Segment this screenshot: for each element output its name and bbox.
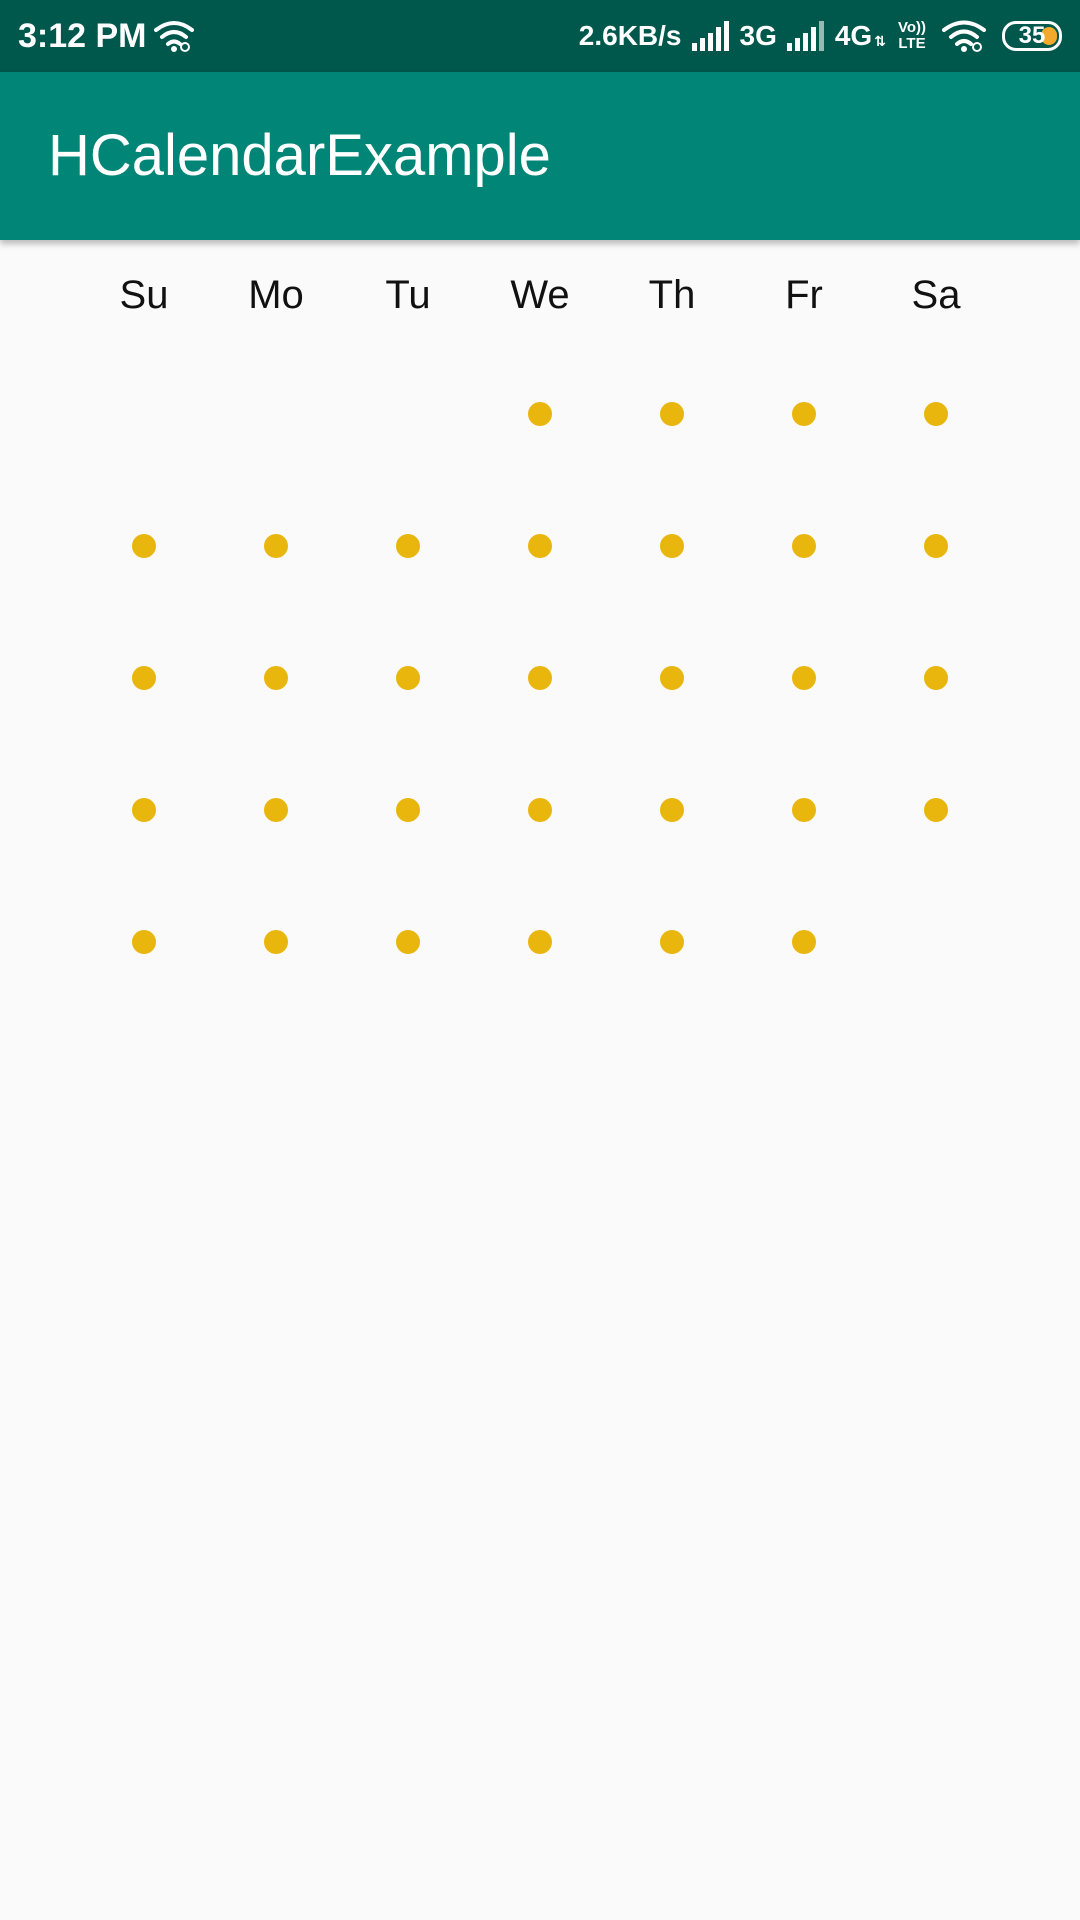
calendar-day-dot[interactable] [528, 798, 552, 822]
calendar-day-dot[interactable] [660, 666, 684, 690]
calendar-day-dot[interactable] [396, 534, 420, 558]
weekday-thursday: Th [648, 273, 696, 317]
volte-bottom-label: LTE [898, 35, 926, 52]
calendar-day-dot[interactable] [924, 798, 948, 822]
weekday-monday: Mo [248, 273, 304, 317]
calendar-day-dot[interactable] [132, 666, 156, 690]
calendar-day-dot[interactable] [132, 930, 156, 954]
calendar-day-dot[interactable] [396, 798, 420, 822]
battery-icon: 35 [1002, 21, 1062, 51]
weekday-header-row: Su Mo Tu We Th Fr Sa [0, 270, 1080, 330]
calendar-day-dot[interactable] [792, 930, 816, 954]
app-bar: HCalendarExample [0, 72, 1080, 240]
calendar-day-dot[interactable] [924, 666, 948, 690]
calendar-day-dot[interactable] [792, 402, 816, 426]
calendar-day-dot[interactable] [924, 402, 948, 426]
calendar-day-dot[interactable] [660, 798, 684, 822]
calendar-day-dot[interactable] [396, 930, 420, 954]
weekday-sunday: Su [119, 273, 169, 317]
network-type-2-group: 4G ⇅ [835, 20, 886, 52]
calendar-day-dot[interactable] [660, 930, 684, 954]
calendar-day-dot[interactable] [264, 798, 288, 822]
calendar-day-dot[interactable] [528, 402, 552, 426]
calendar-day-dot[interactable] [132, 798, 156, 822]
calendar-day-dot[interactable] [660, 402, 684, 426]
volte-icon: Vo)) LTE [898, 20, 926, 52]
calendar-day-dot[interactable] [792, 666, 816, 690]
battery-percent: 35 [1018, 22, 1046, 49]
status-time: 3:12 PM [18, 17, 147, 55]
calendar-day-dot[interactable] [528, 666, 552, 690]
signal-icon [786, 21, 824, 51]
calendar-day-dot[interactable] [264, 666, 288, 690]
weekday-tuesday: Tu [385, 273, 431, 317]
weekday-saturday: Sa [911, 273, 961, 317]
calendar-day-dot[interactable] [528, 534, 552, 558]
calendar-day-dot[interactable] [792, 534, 816, 558]
signal-icon [691, 21, 729, 51]
status-right-cluster: 2.6KB/s 3G 4G ⇅ Vo)) LTE 35 [579, 14, 1062, 58]
data-arrows-icon: ⇅ [874, 33, 886, 49]
calendar-day-dot[interactable] [660, 534, 684, 558]
status-bar: 3:12 PM 2.6KB/s 3G 4G ⇅ Vo)) LTE 35 [0, 0, 1080, 72]
network-type-1: 3G [739, 20, 777, 51]
calendar-day-dot[interactable] [264, 930, 288, 954]
network-speed: 2.6KB/s [578, 20, 682, 51]
weekday-friday: Fr [785, 273, 823, 317]
calendar-day-dot[interactable] [792, 798, 816, 822]
network-type-2: 4G [834, 20, 873, 51]
volte-top-label: Vo)) [897, 19, 926, 36]
calendar-day-dot[interactable] [924, 534, 948, 558]
calendar-day-dot[interactable] [396, 666, 420, 690]
wifi-icon [154, 21, 194, 52]
calendar-day-dot[interactable] [264, 534, 288, 558]
wifi-icon [942, 20, 986, 52]
app-title: HCalendarExample [48, 123, 551, 188]
weekday-wednesday: We [510, 273, 570, 317]
calendar-day-dot[interactable] [528, 930, 552, 954]
calendar-day-dot[interactable] [132, 534, 156, 558]
